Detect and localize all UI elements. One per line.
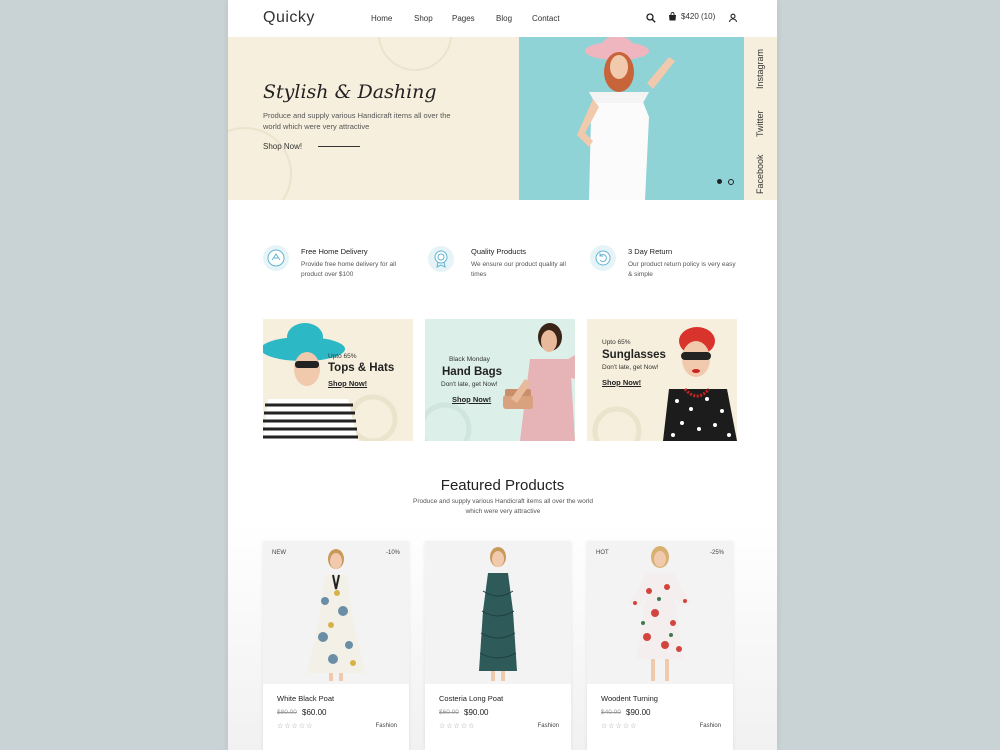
nav-shop[interactable]: Shop xyxy=(414,14,433,23)
product-rating-stars: ☆☆☆☆☆ xyxy=(277,723,314,730)
product-badge-new: NEW xyxy=(272,550,286,556)
nav-pages[interactable]: Pages xyxy=(452,14,475,23)
promo-title: Tops & Hats xyxy=(328,362,395,374)
product-old-price: $80.00 xyxy=(277,709,297,716)
social-facebook-link[interactable]: Facebook xyxy=(755,154,765,194)
hero-shop-now-link[interactable]: Shop Now! xyxy=(263,142,302,151)
logo[interactable]: Quicky xyxy=(263,9,315,27)
cart-button[interactable]: $420 (10) xyxy=(668,12,715,21)
feature-title: Quality Products xyxy=(471,247,527,256)
header: Quicky Home Shop Pages Blog Contact $420… xyxy=(228,0,777,37)
nav-home[interactable]: Home xyxy=(371,14,392,23)
product-price: $90.00 xyxy=(464,708,489,717)
product-image[interactable]: HOT -25% xyxy=(587,541,733,684)
feature-description: We ensure our product quality all times xyxy=(471,261,566,278)
promo-small-text: Upto 65% xyxy=(328,353,357,360)
promo-sunglasses[interactable]: Upto 65% Sunglasses Don't late, get Now!… xyxy=(587,319,737,441)
feature-title: 3 Day Return xyxy=(628,247,673,256)
hero-description: Produce and supply various Handicraft it… xyxy=(263,111,451,131)
product-card[interactable]: HOT -25% Woodent Turning $40.00 $90.00 ☆… xyxy=(587,541,733,750)
slider-dot-active[interactable] xyxy=(717,179,722,184)
promo-subtext: Don't late, get Now! xyxy=(441,381,498,388)
return-icon xyxy=(590,245,616,271)
page: Quicky Home Shop Pages Blog Contact $420… xyxy=(228,0,777,750)
social-instagram-link[interactable]: Instagram xyxy=(755,49,765,89)
product-name[interactable]: Costeria Long Poat xyxy=(439,694,503,703)
promo-shop-now-link[interactable]: Shop Now! xyxy=(452,395,491,404)
product-discount-badge: -10% xyxy=(385,550,400,556)
product-name[interactable]: White Black Poat xyxy=(277,694,334,703)
featured-title: Featured Products xyxy=(440,477,565,494)
product-image[interactable]: NEW -10% xyxy=(263,541,409,684)
cart-total: $420 (10) xyxy=(681,12,716,21)
promo-small-text: Upto 65% xyxy=(602,339,631,346)
hero-decoration xyxy=(228,127,292,200)
promo-subtext: Don't late, get Now! xyxy=(602,364,659,371)
delivery-icon xyxy=(263,245,289,271)
user-icon[interactable] xyxy=(728,13,738,23)
hero-banner: Stylish & Dashing Produce and supply var… xyxy=(228,37,777,200)
product-price: $90.00 xyxy=(626,708,651,717)
hero-title: Stylish & Dashing xyxy=(263,81,437,103)
product-rating-stars: ☆☆☆☆☆ xyxy=(601,723,638,730)
social-twitter-link[interactable]: Twitter xyxy=(755,110,765,137)
promo-hand-bags[interactable]: Black Monday Hand Bags Don't late, get N… xyxy=(425,319,575,441)
product-card[interactable]: Costeria Long Poat $60.00 $90.00 ☆☆☆☆☆ F… xyxy=(425,541,571,750)
product-category[interactable]: Fashion xyxy=(376,723,397,729)
product-name[interactable]: Woodent Turning xyxy=(601,694,658,703)
promo-shop-now-link[interactable]: Shop Now! xyxy=(328,379,367,388)
product-old-price: $60.00 xyxy=(439,709,459,716)
promo-shop-now-link[interactable]: Shop Now! xyxy=(602,378,641,387)
promo-title: Sunglasses xyxy=(602,349,666,361)
search-icon[interactable] xyxy=(646,13,656,23)
slider-dot[interactable] xyxy=(728,179,734,185)
feature-description: Our product return policy is very easy &… xyxy=(628,261,736,278)
nav-contact[interactable]: Contact xyxy=(532,14,560,23)
product-rating-stars: ☆☆☆☆☆ xyxy=(439,723,476,730)
product-category[interactable]: Fashion xyxy=(700,723,721,729)
product-card[interactable]: NEW -10% White Black Poat $80.00 $60.00 … xyxy=(263,541,409,750)
promo-small-text: Black Monday xyxy=(449,356,490,363)
hero-decoration xyxy=(378,37,452,71)
promo-tops-hats[interactable]: Upto 65% Tops & Hats Shop Now! xyxy=(263,319,413,441)
product-image[interactable] xyxy=(425,541,571,684)
social-sidebar: Instagram Twitter Facebook xyxy=(744,37,777,200)
product-old-price: $40.00 xyxy=(601,709,621,716)
promo-model-image xyxy=(425,323,575,441)
feature-description: Provide free home delivery for all produ… xyxy=(301,261,397,278)
product-category[interactable]: Fashion xyxy=(538,723,559,729)
product-badge-hot: HOT xyxy=(596,550,609,556)
quality-badge-icon xyxy=(428,246,454,272)
product-discount-badge: -25% xyxy=(709,550,724,556)
bag-icon xyxy=(669,12,676,21)
product-price: $60.00 xyxy=(302,708,327,717)
promo-title: Hand Bags xyxy=(442,366,503,378)
hero-model-image xyxy=(519,37,744,200)
featured-description: Produce and supply various Handicraft it… xyxy=(413,498,593,515)
nav-blog[interactable]: Blog xyxy=(496,14,512,23)
hero-cta-underline xyxy=(318,146,360,147)
feature-title: Free Home Delivery xyxy=(301,247,368,256)
